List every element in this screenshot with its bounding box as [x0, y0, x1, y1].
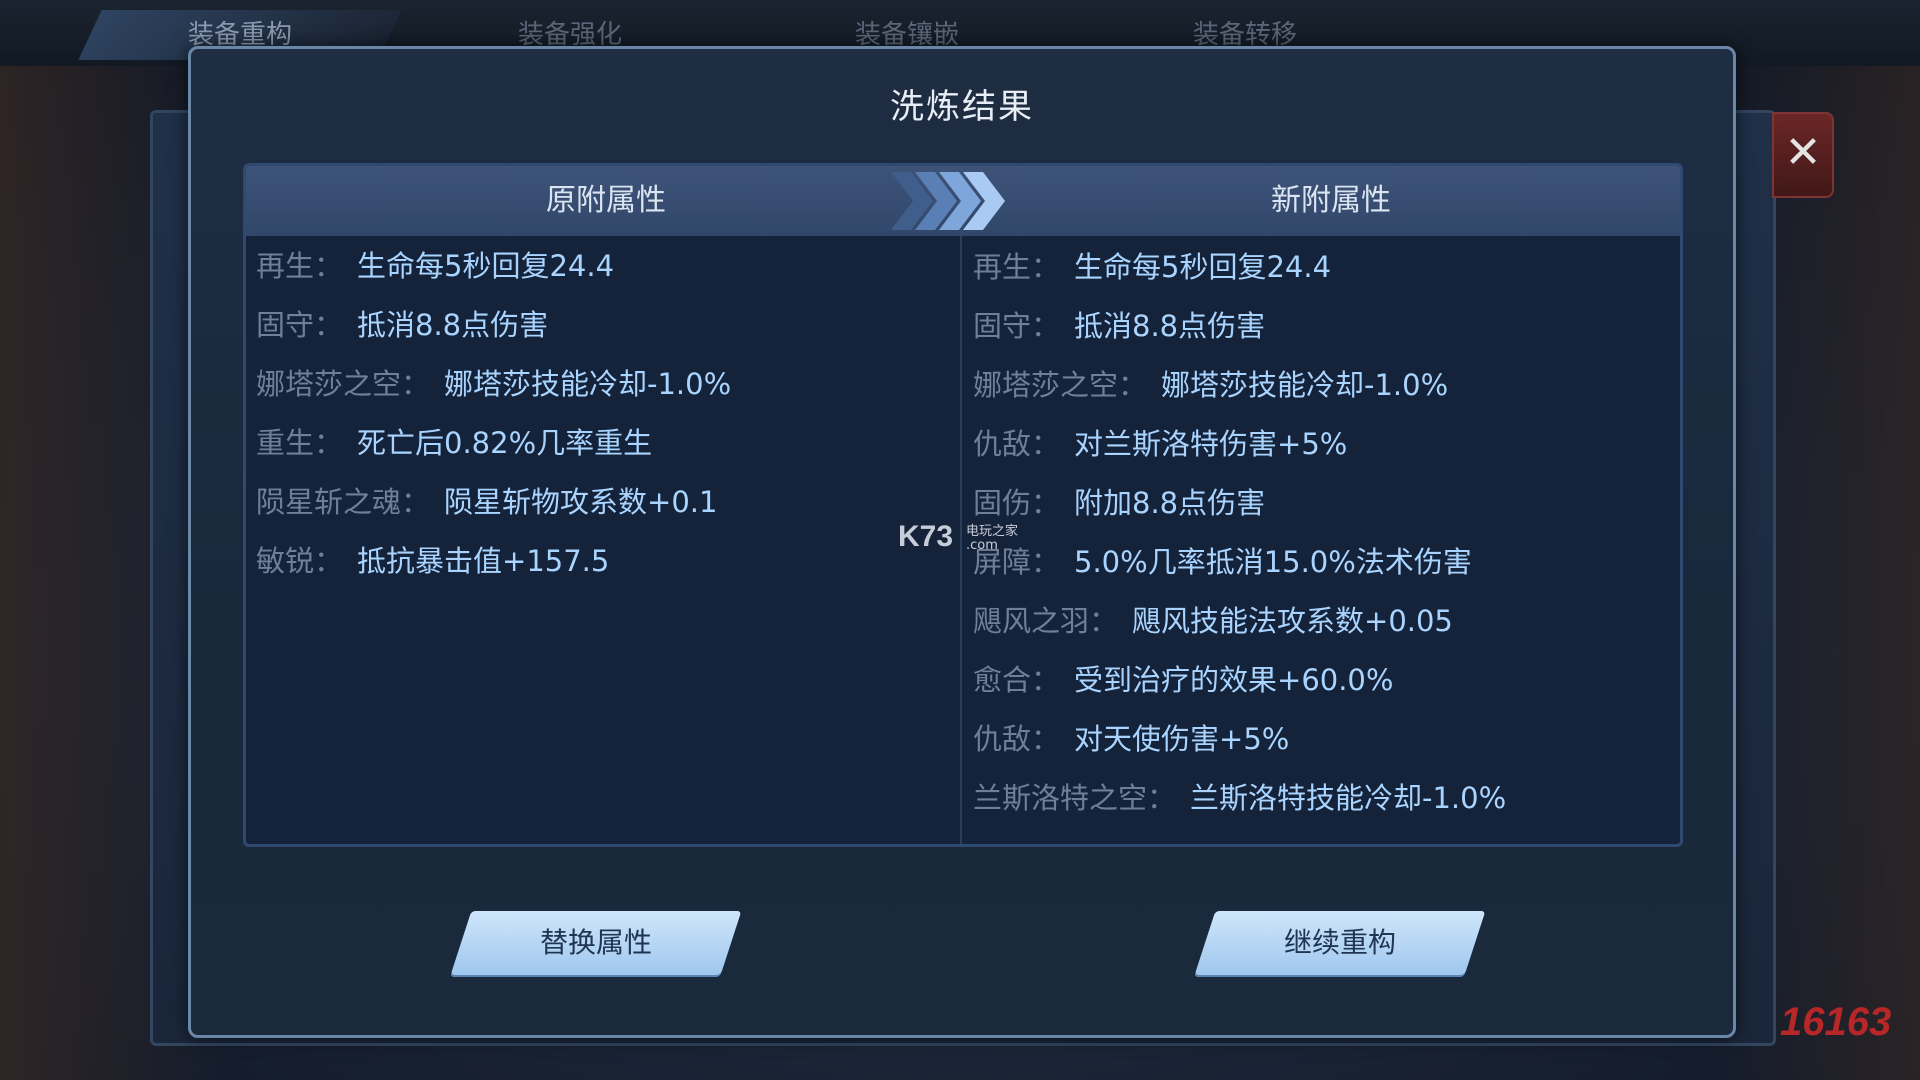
button-label: 替换属性	[539, 926, 652, 959]
attribute-label: 仇敌：	[973, 722, 1061, 756]
new-attribute-row: 屏障： 5.0%几率抵消15.0%法术伤害	[973, 538, 1472, 586]
original-attribute-row: 陨星斩之魂： 陨星斩物攻系数+0.1	[256, 478, 717, 526]
attribute-label: 愈合：	[973, 663, 1061, 697]
attribute-label: 固守：	[256, 308, 344, 342]
new-attribute-row: 仇敌： 对天使伤害+5%	[973, 715, 1289, 763]
original-attribute-row: 敏锐： 抵抗暴击值+157.5	[256, 537, 609, 585]
attribute-label: 再生：	[973, 250, 1061, 284]
attribute-value: 生命每5秒回复24.4	[357, 249, 615, 283]
k73-watermark: K73	[898, 520, 954, 553]
attribute-comparison-panel: 原附属性 新附属性 再生： 生命每5秒回复24.4 固守： 抵消8.8点伤害 娜塔莎…	[243, 163, 1683, 847]
attribute-value: 对兰斯洛特伤害+5%	[1074, 427, 1348, 461]
16163-watermark-logo: 16163	[1780, 1000, 1892, 1044]
attribute-value: 附加8.8点伤害	[1074, 486, 1266, 520]
attribute-value: 受到治疗的效果+60.0%	[1074, 663, 1394, 697]
attribute-value: 娜塔莎技能冷却-1.0%	[1161, 368, 1449, 402]
attribute-label: 娜塔莎之空：	[256, 367, 431, 401]
new-attribute-row: 愈合： 受到治疗的效果+60.0%	[973, 656, 1393, 704]
button-label: 继续重构	[1283, 926, 1396, 959]
attribute-value: 抵消8.8点伤害	[357, 308, 549, 342]
attribute-value: 生命每5秒回复24.4	[1074, 250, 1332, 284]
attribute-label: 敏锐：	[256, 544, 344, 578]
attribute-label: 陨星斩之魂：	[256, 485, 431, 519]
attribute-label: 固伤：	[973, 486, 1061, 520]
attribute-value: 陨星斩物攻系数+0.1	[444, 485, 718, 519]
new-attribute-row: 仇敌： 对兰斯洛特伤害+5%	[973, 420, 1347, 468]
attribute-label: 娜塔莎之空：	[973, 368, 1148, 402]
attribute-value: 抵抗暴击值+157.5	[357, 544, 610, 578]
column-divider	[960, 236, 962, 844]
original-attribute-row: 固守： 抵消8.8点伤害	[256, 301, 548, 349]
attribute-label: 固守：	[973, 309, 1061, 343]
attribute-value: 死亡后0.82%几率重生	[357, 426, 653, 460]
attribute-value: 抵消8.8点伤害	[1074, 309, 1266, 343]
close-button[interactable]: ✕	[1772, 112, 1834, 198]
new-attribute-row: 再生： 生命每5秒回复24.4	[973, 243, 1331, 291]
attribute-label: 飓风之羽：	[973, 604, 1119, 638]
new-attribute-row: 娜塔莎之空： 娜塔莎技能冷却-1.0%	[973, 361, 1448, 409]
attribute-label: 重生：	[256, 426, 344, 460]
k73-watermark-line2: .com	[966, 538, 998, 553]
attribute-value: 对天使伤害+5%	[1074, 722, 1290, 756]
chevron-right-arrows-icon	[891, 166, 1021, 236]
attribute-value: 娜塔莎技能冷却-1.0%	[444, 367, 732, 401]
k73-watermark-subtext: 电玩之家 .com	[966, 525, 1018, 553]
new-attribute-row: 飓风之羽： 飓风技能法攻系数+0.05	[973, 597, 1453, 645]
continue-rebuild-button[interactable]: 继续重构	[1194, 911, 1486, 975]
original-attribute-row: 再生： 生命每5秒回复24.4	[256, 242, 614, 290]
new-attribute-row: 固伤： 附加8.8点伤害	[973, 479, 1265, 527]
attribute-label: 仇敌：	[973, 427, 1061, 461]
original-attribute-row: 娜塔莎之空： 娜塔莎技能冷却-1.0%	[256, 360, 731, 408]
new-attribute-row: 兰斯洛特之空： 兰斯洛特技能冷却-1.0%	[973, 774, 1506, 822]
attribute-value: 飓风技能法攻系数+0.05	[1132, 604, 1453, 638]
new-attribute-row: 固守： 抵消8.8点伤害	[973, 302, 1265, 350]
close-icon: ✕	[1784, 127, 1822, 178]
attribute-label: 再生：	[256, 249, 344, 283]
attribute-label: 兰斯洛特之空：	[973, 781, 1177, 815]
attribute-value: 兰斯洛特技能冷却-1.0%	[1190, 781, 1507, 815]
replace-attributes-button[interactable]: 替换属性	[450, 911, 742, 975]
refine-result-dialog: 洗炼结果 原附属性 新附属性 再生： 生命每5秒回复24.4 固守： 抵消8.8点伤…	[188, 46, 1736, 1038]
k73-watermark-line1: 电玩之家	[966, 524, 1019, 539]
original-attributes-header: 原附属性	[546, 183, 666, 218]
new-attributes-header: 新附属性	[1271, 183, 1391, 218]
comparison-header: 原附属性 新附属性	[246, 166, 1680, 236]
dialog-title: 洗炼结果	[890, 87, 1034, 127]
attribute-value: 5.0%几率抵消15.0%法术伤害	[1074, 545, 1472, 579]
original-attribute-row: 重生： 死亡后0.82%几率重生	[256, 419, 652, 467]
